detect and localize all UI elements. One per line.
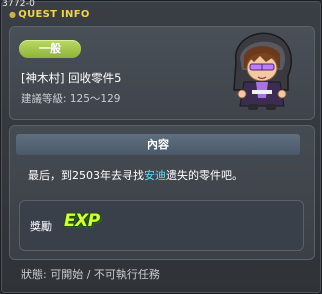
reward-label: 獎勵 bbox=[30, 220, 52, 233]
reward-box bbox=[19, 200, 304, 251]
npc-name-highlight: 安迪 bbox=[144, 169, 166, 182]
description-text-start: 最后，到2503年去寻找 bbox=[28, 169, 144, 182]
quest-category-badge: 一般 bbox=[19, 40, 81, 58]
window-title-text: QUEST INFO bbox=[18, 9, 90, 20]
content-section-header: 內容 bbox=[16, 134, 300, 155]
recommended-level: 建議等級: 125～129 bbox=[21, 93, 121, 105]
description-text-end: 遗失的零件吧。 bbox=[166, 169, 243, 182]
title-bullet-icon: ● bbox=[9, 10, 17, 19]
quest-name: [神木村] 回收零件5 bbox=[21, 71, 122, 85]
quest-status: 狀態: 可開始 / 不可執行任務 bbox=[21, 268, 160, 281]
exp-reward-icon[interactable]: EXP bbox=[64, 211, 100, 231]
quest-id: 3772-0 bbox=[2, 0, 36, 9]
npc-portrait-icon bbox=[233, 32, 293, 110]
quest-description: 最后，到2503年去寻找安迪遗失的零件吧。 bbox=[28, 167, 243, 183]
window-title: ● QUEST INFO bbox=[9, 9, 90, 20]
